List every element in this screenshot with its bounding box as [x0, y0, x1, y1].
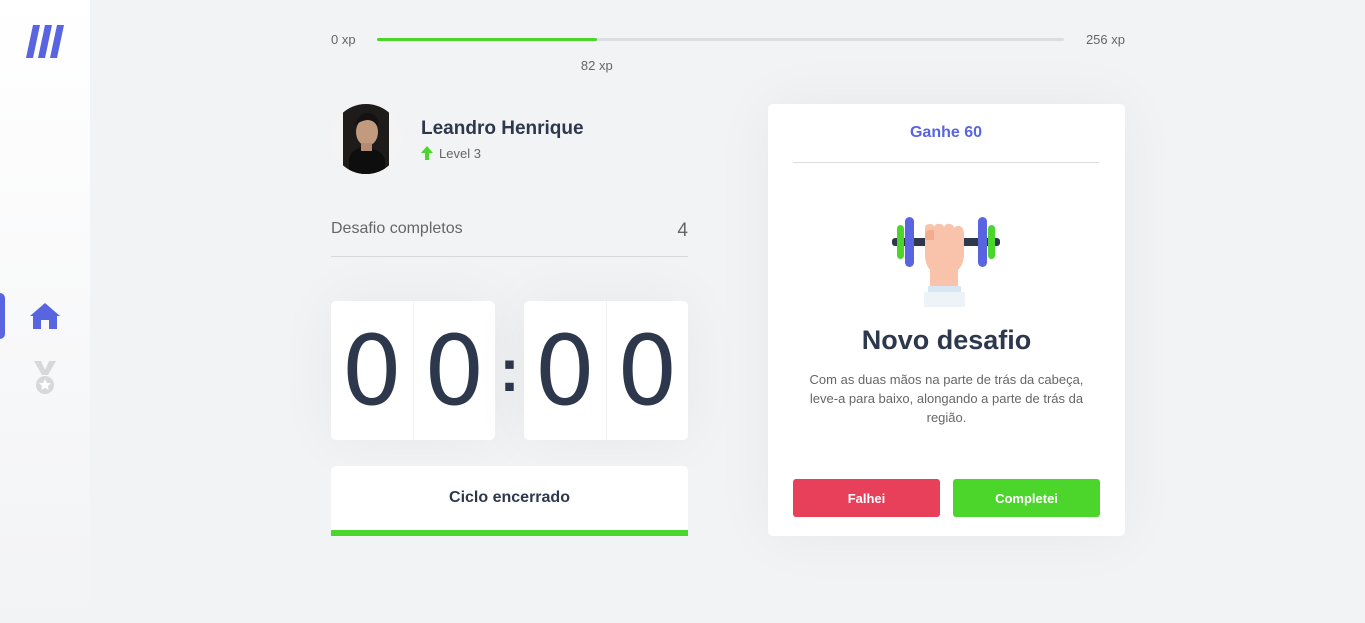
- challenge-card: Ganhe 60 Novo desafio Com as duas mãos n…: [768, 104, 1125, 536]
- challenge-reward: Ganhe 60: [793, 104, 1099, 163]
- minute-right-digit: 0: [423, 314, 485, 427]
- moveit-logo[interactable]: [26, 25, 64, 58]
- level-up-icon: [421, 146, 433, 160]
- home-icon: [30, 303, 60, 329]
- completed-count: 4: [677, 220, 688, 241]
- xp-track: 82 xp: [377, 38, 1064, 73]
- completed-label: Desafio completos: [331, 220, 463, 237]
- minute-left-digit: 0: [331, 301, 414, 440]
- experience-bar: 0 xp 82 xp 256 xp: [331, 28, 1125, 73]
- profile-level: Level 3: [421, 146, 584, 161]
- second-left-digit: 0: [524, 301, 607, 440]
- profile-level-label: Level 3: [439, 145, 481, 161]
- xp-end-label: 256 xp: [1085, 32, 1125, 47]
- xp-fill: [377, 38, 597, 41]
- profile-info: Leandro Henrique Level 3: [421, 118, 584, 161]
- failed-button[interactable]: Falhei: [793, 479, 940, 517]
- seconds-display: 0 0: [524, 301, 688, 440]
- second-right-digit: 0: [616, 314, 678, 427]
- avatar: [331, 104, 401, 174]
- xp-start-label: 0 xp: [331, 32, 356, 47]
- active-indicator: [0, 293, 5, 339]
- profile: Leandro Henrique Level 3: [331, 104, 584, 174]
- countdown-separator: :: [499, 337, 520, 404]
- completed-button[interactable]: Completei: [953, 479, 1100, 517]
- cycle-ended-button[interactable]: Ciclo encerrado: [331, 466, 688, 536]
- nav-home-button[interactable]: [0, 293, 90, 339]
- award-icon: [34, 361, 56, 394]
- completed-challenges: Desafio completos 4: [331, 220, 688, 257]
- sidebar: [0, 0, 90, 623]
- xp-current-label: 82 xp: [580, 58, 613, 73]
- profile-name: Leandro Henrique: [421, 117, 584, 139]
- dumbbell-icon: [892, 217, 1000, 307]
- minutes-display: 0 0: [331, 301, 495, 440]
- challenge-description: Com as duas mãos na parte de trás da cab…: [809, 372, 1084, 425]
- countdown: 0 0 : 0 0: [331, 301, 688, 440]
- nav-award-button[interactable]: [0, 355, 90, 401]
- challenge-title: Novo desafio: [861, 325, 1032, 355]
